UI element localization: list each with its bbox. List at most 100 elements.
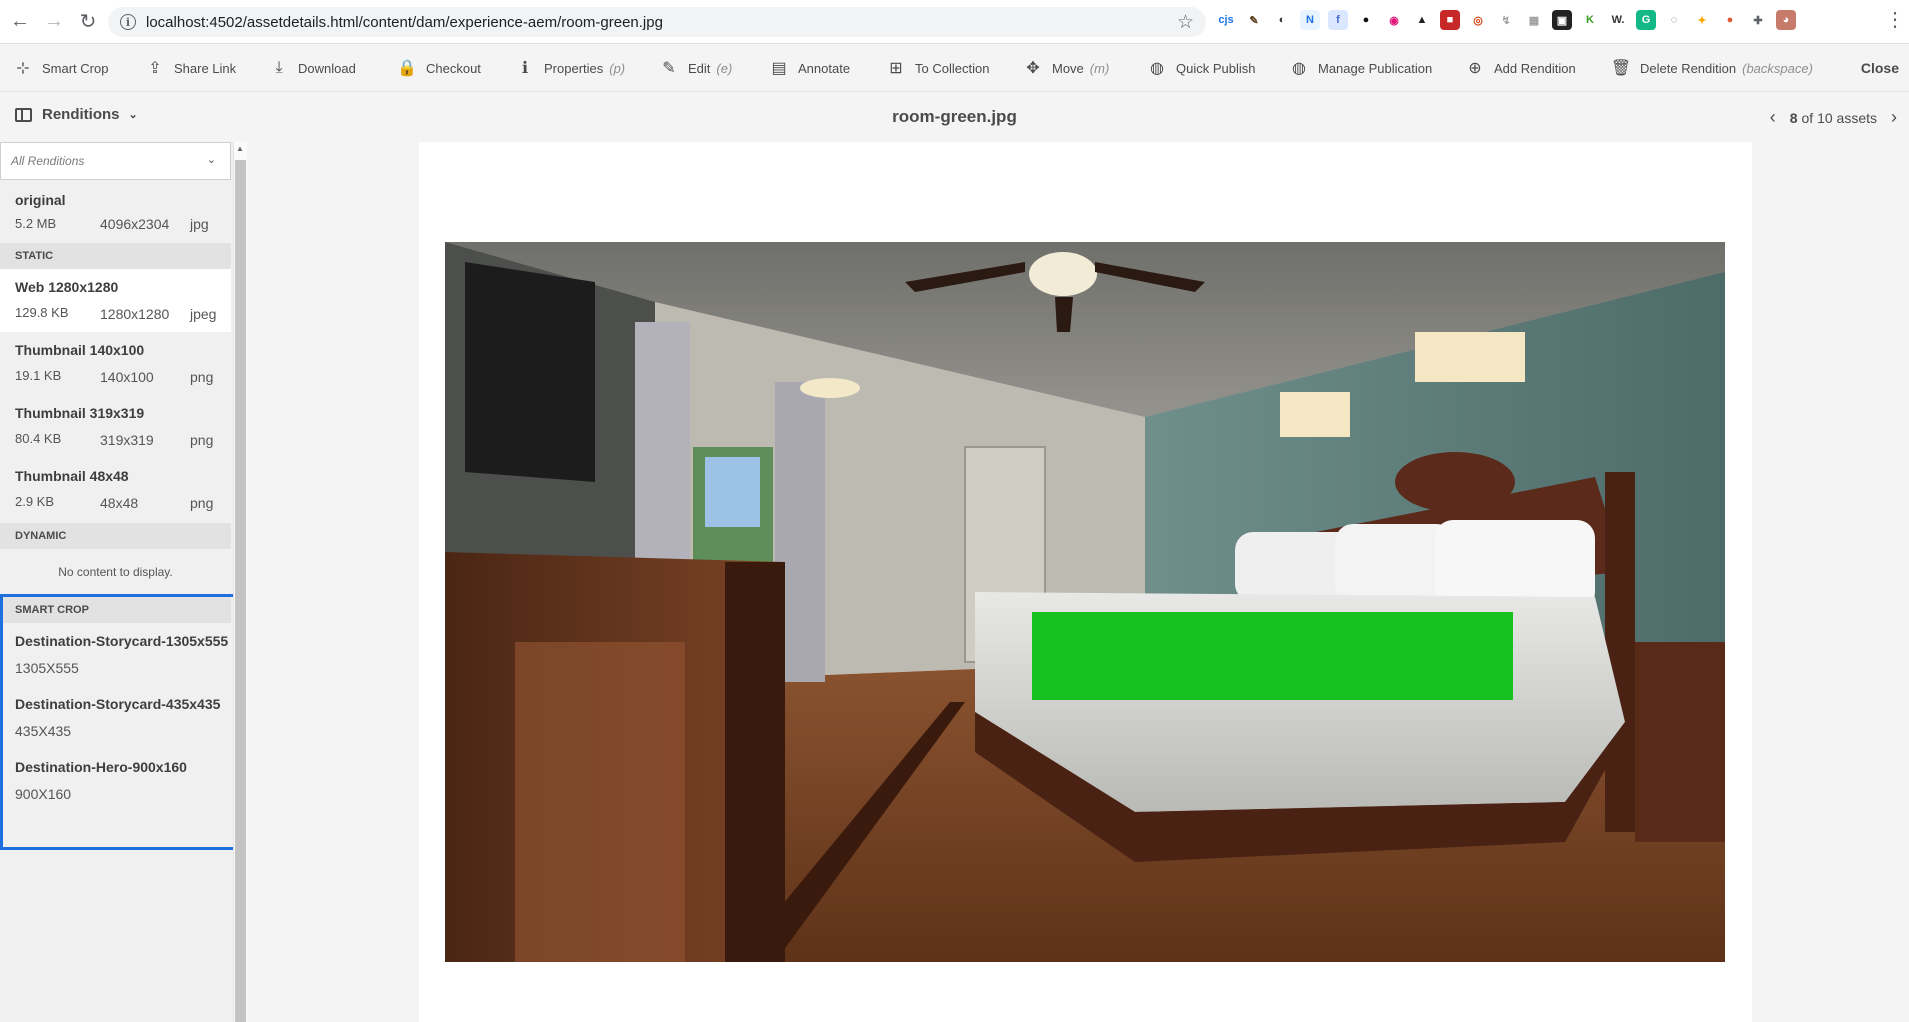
empty-state-text: No content to display.: [58, 565, 173, 579]
circle-extension-icon[interactable]: ◐: [1272, 10, 1292, 30]
previous-asset-icon[interactable]: ‹: [1770, 107, 1776, 128]
asset-pager: ‹ 8 of 10 assets ›: [1770, 107, 1897, 128]
leaf-extension-icon[interactable]: ↯: [1496, 10, 1516, 30]
rail-scrollbar[interactable]: ▲: [233, 142, 247, 1022]
toolbar-to-collection-button[interactable]: ⊞ To Collection: [887, 44, 989, 92]
rendition-size: 80.4 KB: [15, 431, 62, 446]
box-extension-icon[interactable]: ▦: [1524, 10, 1544, 30]
rendition-name: Thumbnail 140x100: [15, 342, 145, 358]
ring-extension-icon[interactable]: ◎: [1468, 10, 1488, 30]
toolbar-download-button[interactable]: ⤓ Download: [270, 44, 355, 92]
back-icon[interactable]: ←: [6, 8, 34, 36]
rendition-item[interactable]: Web 1280x1280 129.8 KB 1280x1280 jpeg: [0, 269, 231, 332]
toolbar-delete-rendition-button[interactable]: 🗑 Delete Rendition (backspace): [1611, 44, 1813, 92]
pink-extension-icon[interactable]: ◉: [1384, 10, 1404, 30]
rendition-type: png: [190, 369, 214, 385]
browser-menu-icon[interactable]: ⋮: [1885, 10, 1905, 30]
rendition-dimensions: 1280x1280: [100, 306, 170, 322]
rendition-item[interactable]: Thumbnail 319x319 80.4 KB 319x319 png: [0, 395, 231, 458]
smart-crop-item[interactable]: Destination-Storycard-1305x555 1305X555: [0, 623, 231, 686]
grid-extension-icon[interactable]: ▣: [1552, 10, 1572, 30]
next-asset-icon[interactable]: ›: [1891, 107, 1897, 128]
url-text[interactable]: localhost:4502/assetdetails.html/content…: [146, 14, 663, 31]
extensions-row: cjs ✎ ◐ Nf ● ◉ ▲ ■ ◎ ↯ ▦ ▣ K W. G ◌ ✦ ● ✚ ◕: [1216, 10, 1796, 30]
rendition-type: png: [190, 432, 214, 448]
keyboard-shortcut: (backspace): [1742, 60, 1813, 76]
ring2-extension-icon[interactable]: ◌: [1664, 10, 1684, 30]
keyboard-shortcut: (e): [716, 60, 733, 76]
red-sq-extension-icon[interactable]: ■: [1440, 10, 1460, 30]
rendition-item[interactable]: Thumbnail 140x100 19.1 KB 140x100 png: [0, 332, 231, 395]
rendition-dimensions: 900X160: [15, 786, 72, 802]
renditions-rail: All Renditions ⌄ original 5.2 MB 4096x23…: [0, 142, 247, 1022]
reload-icon[interactable]: ↻: [74, 8, 102, 36]
add-icon: ⊕: [1468, 60, 1482, 77]
renditions-filter-select[interactable]: All Renditions ⌄: [0, 142, 231, 180]
comment-icon: ▤: [771, 60, 787, 77]
toolbar-label: Annotate: [798, 60, 851, 76]
asset-header: Renditions ⌄ room-green.jpg ‹ 8 of 10 as…: [0, 92, 1909, 142]
tri-extension-icon[interactable]: ▲: [1412, 10, 1432, 30]
spy-extension-icon[interactable]: ●: [1356, 10, 1376, 30]
rendition-name: Thumbnail 319x319: [15, 405, 145, 421]
pager-total: of 10 assets: [1801, 109, 1878, 126]
scroll-up-icon[interactable]: ▲: [236, 144, 244, 153]
rendition-type: png: [190, 495, 214, 511]
puzzle-extension-icon[interactable]: ✚: [1748, 10, 1768, 30]
lock-icon: 🔒: [397, 60, 417, 77]
toolbar-quick-publish-button[interactable]: ◍ Quick Publish: [1148, 44, 1255, 92]
toolbar-annotate-button[interactable]: ▤ Annotate: [770, 44, 850, 92]
address-bar[interactable]: i localhost:4502/assetdetails.html/conte…: [108, 7, 1206, 37]
rendition-name: Destination-Hero-900x160: [15, 759, 187, 775]
toolbar-smart-crop-button[interactable]: ⊹ Smart Crop: [14, 44, 108, 92]
close-button[interactable]: Close: [1861, 44, 1899, 92]
scrollbar-thumb[interactable]: [235, 160, 246, 1022]
rendition-name: Thumbnail 48x48: [15, 468, 129, 484]
share-icon: ⇪: [148, 60, 162, 77]
cjs-extension-icon[interactable]: cjs: [1216, 10, 1236, 30]
profile-extension-icon[interactable]: ◕: [1776, 10, 1796, 30]
toolbar-move-button[interactable]: ✥ Move (m): [1024, 44, 1109, 92]
section-static: STATIC: [0, 243, 231, 269]
asset-preview-image[interactable]: [445, 242, 1725, 962]
smart-crop-item[interactable]: Destination-Hero-900x160 900X160: [0, 749, 231, 812]
toolbar-label: Add Rendition: [1494, 60, 1576, 76]
green-box: [1032, 612, 1513, 700]
w-ext-extension-icon[interactable]: W.: [1608, 10, 1628, 30]
bulb-extension-icon[interactable]: ✦: [1692, 10, 1712, 30]
bedroom-photo: [445, 242, 1725, 962]
toolbar-add-rendition-button[interactable]: ⊕ Add Rendition: [1466, 44, 1576, 92]
globe-icon: ◍: [1150, 60, 1164, 77]
toolbar-label: Smart Crop: [42, 60, 109, 76]
g-ext-extension-icon[interactable]: G: [1636, 10, 1656, 30]
f-ext-extension-icon[interactable]: f: [1328, 10, 1348, 30]
section-dynamic: DYNAMIC: [0, 523, 231, 549]
smart-crop-item[interactable]: Destination-Storycard-435x435 435X435: [0, 686, 231, 749]
rendition-original[interactable]: original 5.2 MB 4096x2304 jpg: [0, 180, 231, 238]
toolbar-properties-button[interactable]: ℹ Properties (p): [516, 44, 625, 92]
filter-selected-value: All Renditions: [11, 154, 85, 168]
rendition-size: 5.2 MB: [15, 216, 57, 231]
n-ext-extension-icon[interactable]: N: [1300, 10, 1320, 30]
toolbar-manage-publication-button[interactable]: ◍ Manage Publication: [1290, 44, 1432, 92]
toolbar-share-link-button[interactable]: ⇪ Share Link: [146, 44, 236, 92]
site-info-icon[interactable]: i: [120, 14, 136, 30]
rendition-dimensions: 48x48: [100, 495, 139, 511]
brush-extension-icon[interactable]: ✎: [1244, 10, 1264, 30]
chevron-down-icon: ⌄: [206, 154, 216, 166]
rendition-name: Destination-Storycard-1305x555: [15, 633, 229, 649]
k-ext-extension-icon[interactable]: K: [1580, 10, 1600, 30]
rendition-item[interactable]: Thumbnail 48x48 2.9 KB 48x48 png: [0, 458, 231, 521]
toolbar-edit-button[interactable]: ✎ Edit (e): [660, 44, 732, 92]
duck-extension-icon[interactable]: ●: [1720, 10, 1740, 30]
section-smart-crop: SMART CROP: [0, 597, 231, 623]
bookmark-star-icon[interactable]: ☆: [1177, 11, 1194, 34]
toolbar-label: To Collection: [915, 60, 990, 76]
forward-icon[interactable]: →: [40, 8, 68, 36]
rendition-name: Destination-Storycard-435x435: [15, 696, 221, 712]
toolbar-checkout-button[interactable]: 🔒 Checkout: [397, 44, 481, 92]
keyboard-shortcut: (p): [609, 60, 626, 76]
collection-icon: ⊞: [889, 60, 903, 77]
move-icon: ✥: [1026, 60, 1040, 77]
rendition-size: 129.8 KB: [15, 305, 69, 320]
